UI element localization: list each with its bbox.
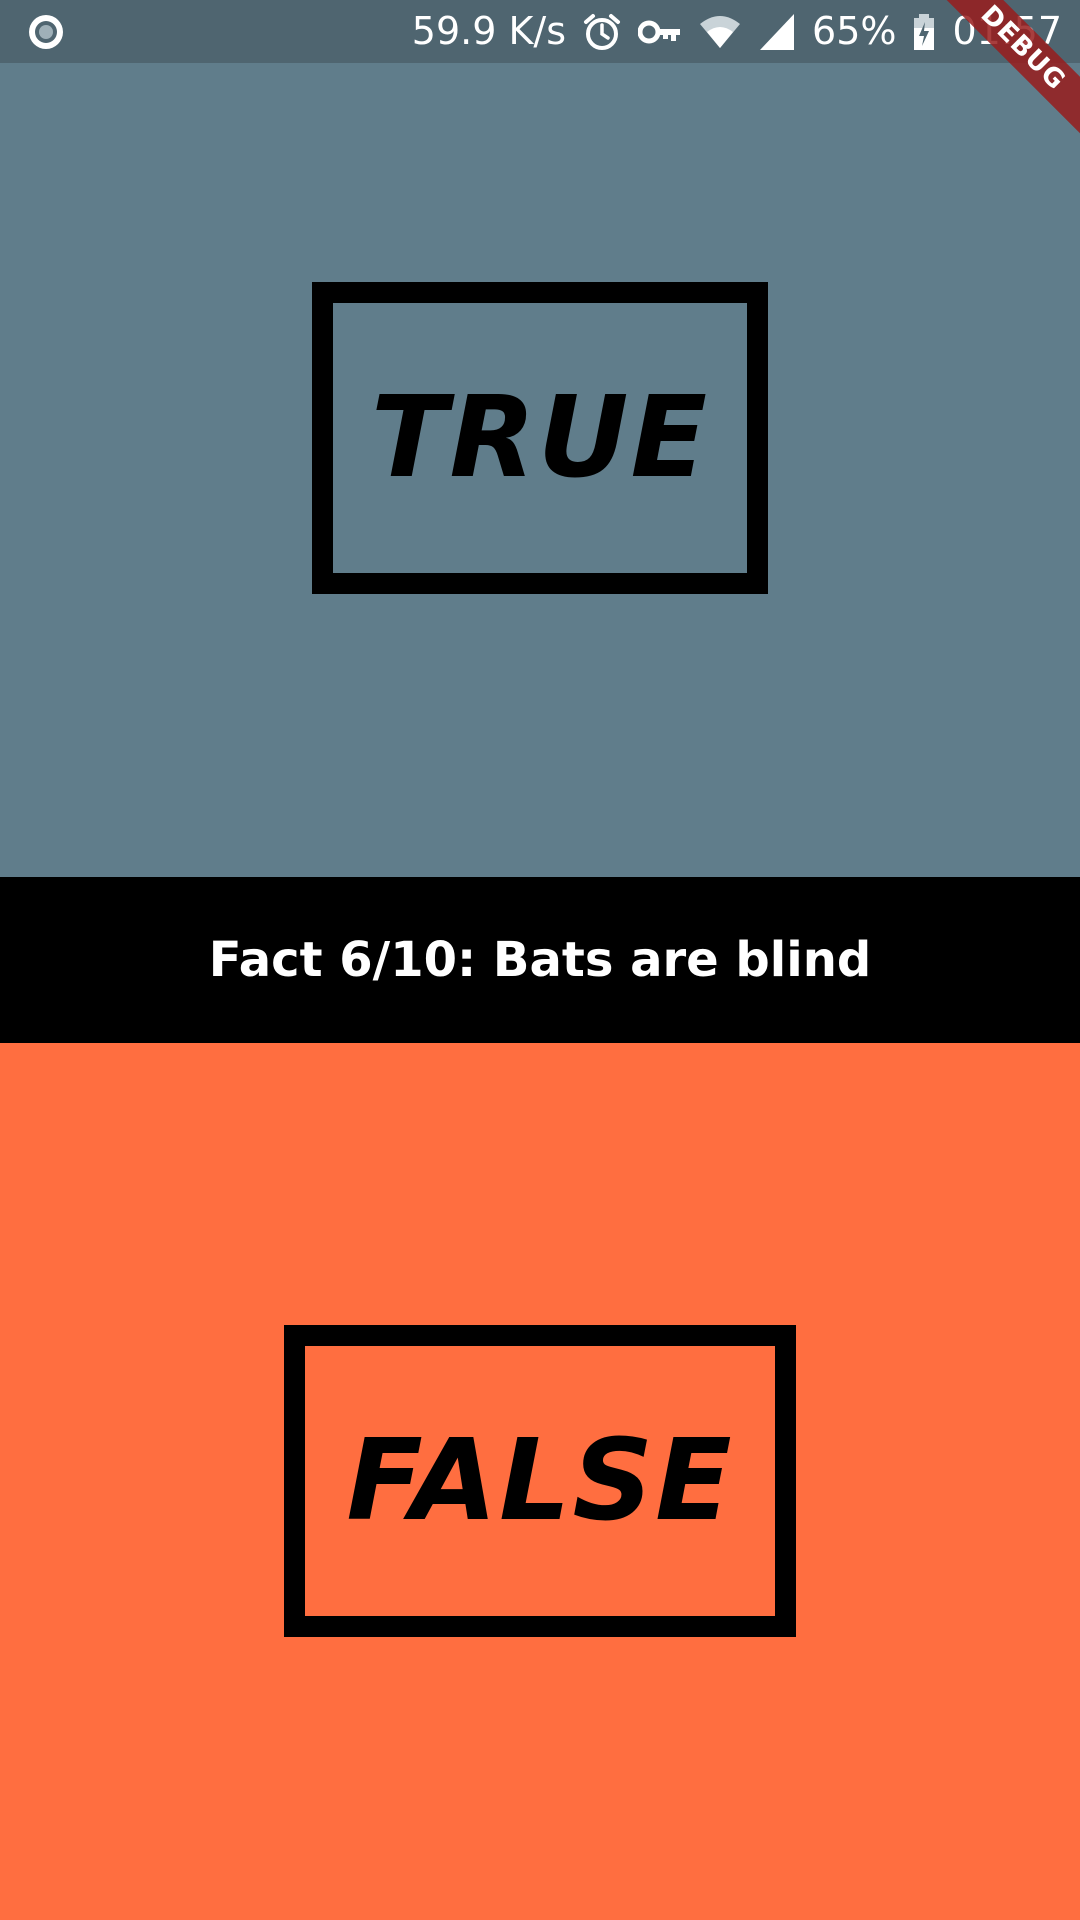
signal-icon — [758, 12, 796, 52]
false-label: FALSE — [346, 1416, 734, 1546]
vpn-key-icon — [638, 12, 682, 52]
question-strip: Fact 6/10: Bats are blind — [0, 877, 1080, 1043]
alarm-icon — [582, 12, 622, 52]
network-speed: 59.9 K/s — [411, 9, 567, 53]
status-bar: 59.9 K/s 65% 01:57 — [0, 0, 1080, 63]
clock: 01:57 — [952, 9, 1062, 53]
true-button[interactable]: TRUE — [312, 282, 768, 594]
true-label: TRUE — [370, 373, 710, 503]
battery-icon — [912, 12, 936, 52]
status-indicators: 59.9 K/s 65% 01:57 — [412, 0, 1062, 63]
question-text: Fact 6/10: Bats are blind — [208, 932, 872, 988]
record-icon — [26, 12, 66, 52]
app-screen: 59.9 K/s 65% 01:57 DEBUG TRUE Fact 6/10:… — [0, 0, 1080, 1920]
battery-percent: 65% — [812, 9, 897, 53]
false-button[interactable]: FALSE — [284, 1325, 796, 1637]
true-panel[interactable]: TRUE — [0, 63, 1080, 877]
wifi-icon — [698, 12, 742, 52]
false-panel[interactable]: FALSE — [0, 1043, 1080, 1920]
